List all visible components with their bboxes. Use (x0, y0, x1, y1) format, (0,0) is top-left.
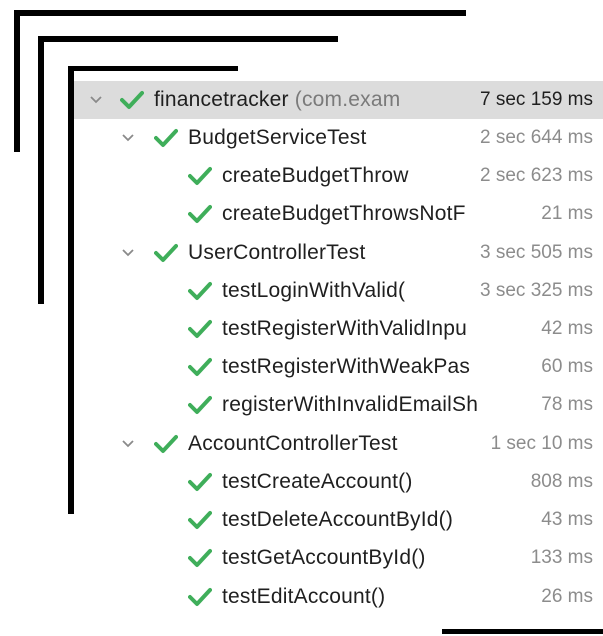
tree-row-suite[interactable]: BudgetServiceTest 2 sec 644 ms (74, 119, 603, 157)
tree-row-test[interactable]: testLoginWithValid( 3 sec 325 ms (74, 272, 603, 310)
frame-edge-top-2 (38, 36, 338, 42)
check-icon (188, 281, 212, 301)
chevron-down-icon[interactable] (120, 130, 136, 146)
test-duration: 808 ms (526, 471, 593, 493)
tree-row-test[interactable]: createBudgetThrow 2 sec 623 ms (74, 157, 603, 195)
test-name: createBudgetThrowsNotF (222, 202, 466, 225)
suite-duration: 2 sec 644 ms (476, 127, 593, 149)
root-name: financetracker (com.exam (154, 88, 454, 112)
check-icon (120, 90, 144, 110)
test-name: registerWithInvalidEmailSh (222, 393, 479, 416)
test-duration: 3 sec 325 ms (476, 280, 593, 302)
test-name: testLoginWithValid( (222, 279, 406, 302)
tree-row-test[interactable]: testRegisterWithWeakPas 60 ms (74, 348, 603, 386)
root-label: financetracker (154, 88, 289, 111)
chevron-down-icon[interactable] (88, 92, 104, 108)
test-name: testDeleteAccountById() (222, 508, 454, 531)
tree-row-test[interactable]: createBudgetThrowsNotF 21 ms (74, 195, 603, 233)
check-icon (188, 204, 212, 224)
tree-row-test[interactable]: testDeleteAccountById() 43 ms (74, 501, 603, 539)
check-icon (188, 587, 212, 607)
check-icon (188, 166, 212, 186)
root-package: (com.exam (294, 88, 401, 111)
test-name: testCreateAccount() (222, 470, 413, 493)
check-icon (154, 434, 178, 454)
check-icon (188, 357, 212, 377)
frame-edge-top-3 (68, 66, 238, 71)
test-duration: 26 ms (537, 586, 593, 608)
test-duration: 43 ms (537, 509, 593, 531)
tree-row-test[interactable]: testGetAccountById() 133 ms (74, 539, 603, 577)
test-name: testRegisterWithWeakPas (222, 355, 471, 378)
test-duration: 60 ms (537, 356, 593, 378)
suite-name: BudgetServiceTest (188, 126, 367, 149)
tree-row-test[interactable]: testCreateAccount() 808 ms (74, 463, 603, 501)
chevron-down-icon[interactable] (120, 436, 136, 452)
tree-row-test[interactable]: registerWithInvalidEmailSh 78 ms (74, 386, 603, 424)
test-duration: 42 ms (537, 318, 593, 340)
test-name: testRegisterWithValidInpu (222, 317, 468, 340)
check-icon (188, 319, 212, 339)
chevron-down-icon[interactable] (120, 245, 136, 261)
check-icon (154, 243, 178, 263)
test-duration: 2 sec 623 ms (476, 165, 593, 187)
suite-duration: 1 sec 10 ms (486, 433, 593, 455)
suite-name: UserControllerTest (188, 241, 366, 264)
frame-edge-left-2 (38, 36, 44, 304)
test-duration: 78 ms (537, 394, 593, 416)
tree-row-suite[interactable]: UserControllerTest 3 sec 505 ms (74, 234, 603, 272)
check-icon (188, 510, 212, 530)
frame-edge-top-1 (14, 10, 466, 16)
check-icon (188, 395, 212, 415)
check-icon (188, 548, 212, 568)
suite-name: AccountControllerTest (188, 432, 398, 455)
frame-edge-left-1 (14, 10, 20, 152)
test-duration: 21 ms (537, 203, 593, 225)
tree-row-test[interactable]: testEditAccount() 26 ms (74, 578, 603, 616)
test-name: createBudgetThrow (222, 164, 409, 187)
check-icon (188, 472, 212, 492)
test-name: testGetAccountById() (222, 546, 426, 569)
test-name: testEditAccount() (222, 585, 386, 608)
check-icon (154, 128, 178, 148)
root-duration: 7 sec 159 ms (476, 89, 593, 111)
frame-edge-bottom (442, 629, 603, 634)
tree-row-root[interactable]: financetracker (com.exam 7 sec 159 ms (74, 81, 603, 119)
test-duration: 133 ms (526, 547, 593, 569)
tree-row-test[interactable]: testRegisterWithValidInpu 42 ms (74, 310, 603, 348)
tree-row-suite[interactable]: AccountControllerTest 1 sec 10 ms (74, 425, 603, 463)
suite-duration: 3 sec 505 ms (476, 242, 593, 264)
test-results-tree: financetracker (com.exam 7 sec 159 ms Bu… (74, 78, 603, 626)
